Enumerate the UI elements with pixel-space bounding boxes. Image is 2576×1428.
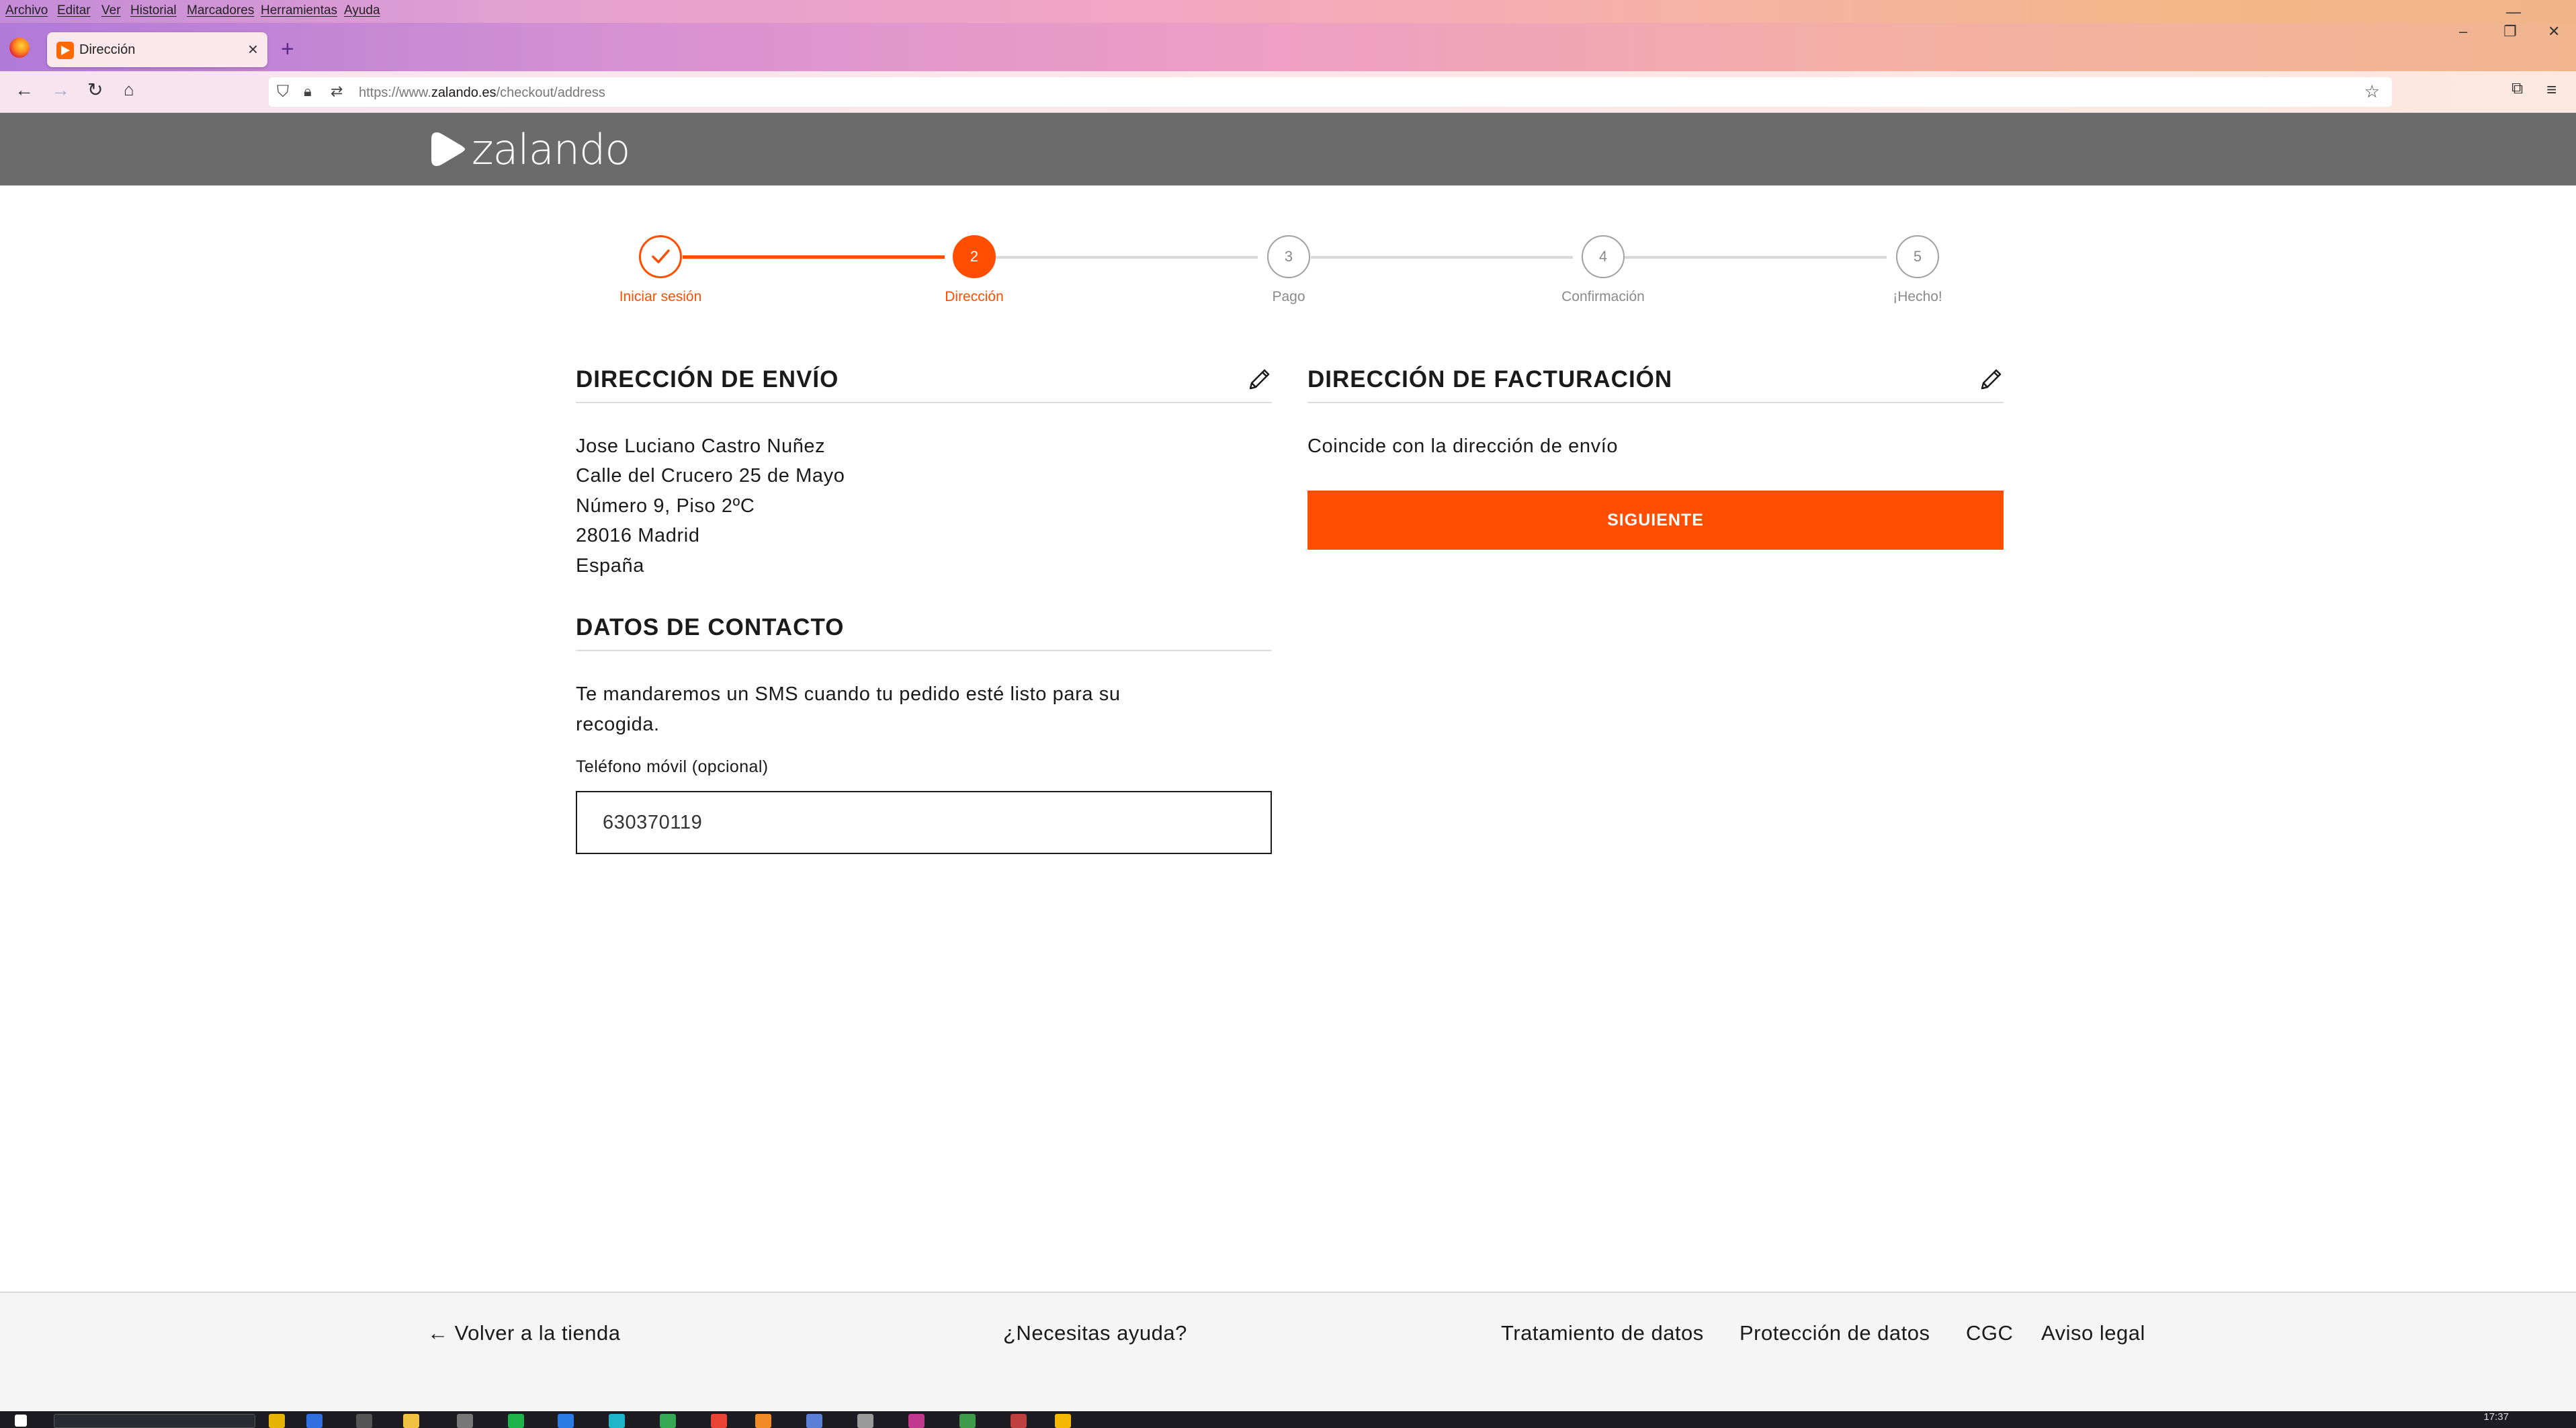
minimize-icon[interactable]: — (2506, 3, 2521, 21)
new-tab-icon[interactable]: + (281, 36, 294, 62)
app-icon-7[interactable] (857, 1414, 873, 1428)
shield-icon[interactable]: ⛉ (277, 83, 289, 101)
step-connector-2 (996, 256, 1258, 259)
start-icon[interactable] (15, 1415, 27, 1427)
contact-title: DATOS DE CONTACTO (576, 614, 845, 640)
edge-icon[interactable] (609, 1414, 625, 1428)
firefox-taskbar-icon[interactable] (755, 1414, 771, 1428)
footer-link-aviso-legal[interactable]: Aviso legal (2041, 1321, 2145, 1345)
app-icon-9[interactable] (959, 1414, 976, 1428)
step-connector-4 (1625, 256, 1887, 259)
app-icon-3[interactable] (457, 1414, 473, 1428)
step-connector-3 (1311, 256, 1573, 259)
close-tab-icon[interactable]: × (248, 39, 258, 60)
step-3-label: Pago (1272, 289, 1305, 304)
billing-divider (1307, 402, 2004, 403)
edit-billing-pencil-icon[interactable] (1978, 366, 2005, 392)
taskbar-clock[interactable]: 17:37 (2483, 1411, 2509, 1423)
checkmark-icon (652, 249, 670, 263)
firefox-icon[interactable] (9, 38, 30, 58)
footer-link-cgc[interactable]: CGC (1966, 1321, 2013, 1345)
menu-archivo[interactable]: Archivo (5, 3, 48, 18)
shipping-name: Jose Luciano Castro Nuñez (576, 435, 826, 457)
next-button[interactable]: SIGUIENTE (1307, 491, 2004, 550)
permissions-icon[interactable]: ⇄ (331, 83, 343, 100)
app-icon-8[interactable] (908, 1414, 925, 1428)
zalando-logo-icon (431, 132, 465, 166)
url-text: https://www.zalando.es/checkout/address (359, 85, 605, 100)
zalando-favicon-icon (56, 42, 74, 59)
menu-marcadores[interactable]: Marcadores (187, 3, 254, 18)
file-explorer-icon[interactable] (403, 1414, 419, 1428)
search-box[interactable] (54, 1414, 255, 1428)
step-4-label: Confirmación (1561, 289, 1645, 304)
shipping-divider (576, 402, 1272, 403)
navigation-bar: ← → ↻ ⌂ ⛉ 🔒︎ ⇄ ☆ https://www.zalando.es/… (0, 71, 2576, 113)
menu-editar[interactable]: Editar (57, 3, 91, 18)
footer-link-tratamiento[interactable]: Tratamiento de datos (1501, 1321, 1704, 1345)
back-icon[interactable]: ← (15, 81, 34, 99)
app-icon-11[interactable] (1055, 1414, 1071, 1428)
windows-taskbar: 17:37 (0, 1411, 2576, 1428)
tab-direccion[interactable]: Dirección × (47, 32, 267, 67)
shipping-street: Calle del Crucero 25 de Mayo (576, 465, 845, 487)
contact-description-line2: recogida. (576, 714, 660, 735)
tab-bar: Dirección × + – ❐ ✕ (0, 23, 2576, 71)
app-icon-6[interactable] (806, 1414, 822, 1428)
shipping-city: 28016 Madrid (576, 525, 700, 546)
forward-icon[interactable]: → (51, 81, 70, 99)
home-icon[interactable]: ⌂ (124, 81, 134, 98)
phone-input[interactable] (576, 791, 1272, 854)
menu-historial[interactable]: Historial (130, 3, 177, 18)
window-restore-icon[interactable]: ❐ (2503, 23, 2517, 40)
help-link[interactable]: ¿Necesitas ayuda? (1003, 1321, 1187, 1345)
back-to-store-link[interactable]: ← Volver a la tienda (427, 1321, 620, 1345)
menu-herramientas[interactable]: Herramientas (261, 3, 337, 18)
site-header: zalando (0, 113, 2576, 185)
vscode-icon[interactable] (558, 1414, 574, 1428)
step-1-label[interactable]: Iniciar sesión (587, 289, 734, 305)
window-close-icon[interactable]: ✕ (2548, 23, 2560, 40)
step-5-circle: 5 (1896, 235, 1939, 278)
step-2-circle: 2 (953, 235, 996, 278)
arrow-left-icon: ← (427, 1321, 455, 1345)
contact-description-line1: Te mandaremos un SMS cuando tu pedido es… (576, 683, 1121, 705)
shipping-country: España (576, 555, 644, 577)
menu-ver[interactable]: Ver (101, 3, 121, 18)
app-icon-4[interactable] (508, 1414, 524, 1428)
menu-hamburger-icon[interactable]: ≡ (2546, 81, 2557, 98)
step-3-circle: 3 (1267, 235, 1310, 278)
app-icon-1[interactable] (269, 1414, 285, 1428)
lock-icon[interactable]: 🔒︎ (304, 83, 312, 100)
reload-icon[interactable]: ↻ (87, 81, 103, 99)
footer: ← Volver a la tienda ¿Necesitas ayuda? T… (0, 1292, 2576, 1411)
billing-title: DIRECCIÓN DE FACTURACIÓN (1307, 366, 1673, 392)
app-icon-2[interactable] (306, 1414, 323, 1428)
browser-menubar: Archivo Editar Ver Historial Marcadores … (0, 0, 2576, 23)
chrome-icon[interactable] (711, 1414, 727, 1428)
extensions-icon[interactable]: ⧉ (2511, 81, 2523, 97)
app-icon-10[interactable] (1011, 1414, 1027, 1428)
billing-note: Coincide con la dirección de envío (1307, 435, 1619, 457)
step-5-label: ¡Hecho! (1893, 289, 1942, 304)
bookmark-star-icon[interactable]: ☆ (2364, 81, 2380, 102)
step-connector-1 (683, 255, 945, 259)
step-2-label: Dirección (945, 289, 1004, 304)
menu-ayuda[interactable]: Ayuda (344, 3, 380, 18)
back-to-store-label: Volver a la tienda (454, 1321, 621, 1345)
logo-text: zalando (472, 124, 630, 174)
contact-divider (576, 650, 1272, 651)
phone-label: Teléfono móvil (opcional) (576, 757, 769, 776)
shipping-number: Número 9, Piso 2ºC (576, 495, 755, 517)
footer-link-proteccion[interactable]: Protección de datos (1740, 1321, 1930, 1345)
app-icon-5[interactable] (660, 1414, 676, 1428)
window-minimize-icon[interactable]: – (2459, 23, 2467, 40)
edit-shipping-pencil-icon[interactable] (1246, 366, 1273, 392)
step-1-circle[interactable] (639, 235, 682, 278)
task-view-icon[interactable] (356, 1414, 372, 1428)
tab-title: Dirección (79, 42, 136, 57)
zalando-logo[interactable]: zalando (430, 124, 630, 174)
step-4-circle: 4 (1582, 235, 1625, 278)
shipping-title: DIRECCIÓN DE ENVÍO (576, 366, 839, 392)
